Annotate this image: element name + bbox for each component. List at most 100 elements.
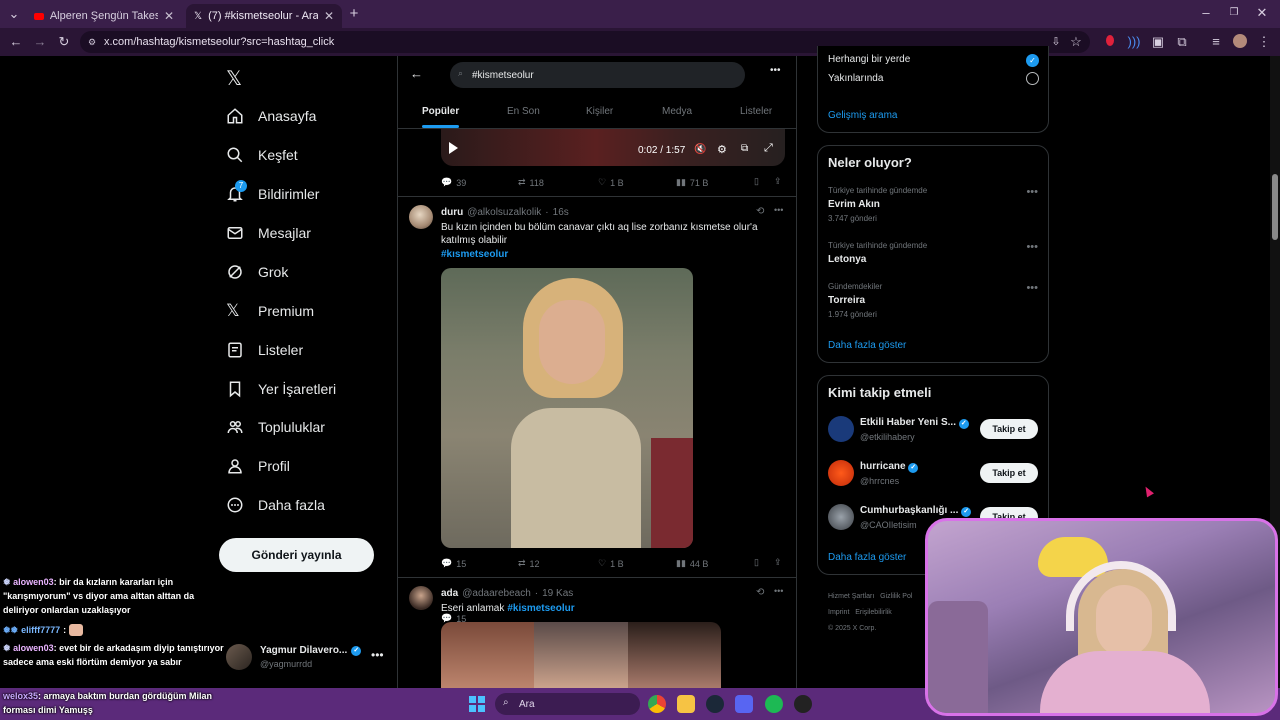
tweet-author-handle[interactable]: @adaarebeach [462,588,531,599]
video-player[interactable]: 0:02 / 1:57 🔇 ⚙ ⧉ ⤢ [441,129,785,166]
minimize-icon[interactable]: – [1198,5,1214,21]
reply-button[interactable]: 💬 15 [441,558,466,569]
location-radio-selected[interactable]: ✓ [1026,54,1039,67]
more-options-icon[interactable]: ••• [770,65,781,76]
trend-title[interactable]: Torreira [828,295,865,306]
nav-profile[interactable]: Profil [226,453,290,479]
footer-link[interactable]: Imprint [828,609,849,616]
trend-more-icon[interactable]: ••• [1026,186,1038,198]
trend-title[interactable]: Letonya [828,254,866,265]
suggested-account-name[interactable]: hurricane ✓ [860,461,919,473]
tab-latest[interactable]: En Son [507,106,540,117]
share-button[interactable]: ⇪ [774,557,782,568]
post-button[interactable]: Gönderi yayınla [219,538,374,572]
views-button[interactable]: ▮▮ 44 B [676,558,708,569]
tab-people[interactable]: Kişiler [586,106,613,117]
chrome-icon[interactable] [648,695,666,713]
follow-button[interactable]: Takip et [980,463,1038,483]
reply-button[interactable]: 💬 39 [441,177,466,188]
repost-button[interactable]: ⇄ 12 [518,558,540,569]
tweet-image[interactable] [441,268,693,548]
steam-icon[interactable] [706,695,724,713]
advanced-search-link[interactable]: Gelişmiş arama [828,110,897,121]
window-close-icon[interactable]: ✕ [1254,5,1270,21]
play-icon[interactable] [449,142,458,154]
trend-more-icon[interactable]: ••• [1026,282,1038,294]
tweet-hashtag[interactable]: #kismetseolur [507,602,574,615]
extensions-puzzle-icon[interactable]: ⧉ [1174,34,1190,50]
pip-icon[interactable]: ⧉ [741,143,748,154]
nav-communities[interactable]: Topluluklar [226,414,325,440]
suggested-account-name[interactable]: Etkili Haber Yeni S... ✓ [860,417,969,429]
fullscreen-icon[interactable]: ⤢ [764,142,773,155]
back-icon[interactable]: ← [8,34,24,50]
x-home-logo[interactable]: 𝕏 [226,66,242,91]
nav-explore[interactable]: Keşfet [226,142,298,168]
nav-grok[interactable]: Grok [226,259,288,285]
tweet[interactable]: ada @adaarebeach · 19 Kas ⟲ ••• Eseri an… [398,578,796,688]
discord-icon[interactable] [735,695,753,713]
chrome-menu-icon[interactable]: ⋮ [1256,34,1272,50]
tweet-time[interactable]: 16s [553,207,569,218]
taskbar-search-input[interactable]: ⌕ Ara [495,693,640,715]
share-button[interactable]: ⇪ [774,176,782,187]
show-more-follow-link[interactable]: Daha fazla göster [828,552,906,563]
tweet-image[interactable] [441,622,721,688]
like-button[interactable]: ♡ 1 B [598,558,624,569]
spotify-icon[interactable] [765,695,783,713]
trend-more-icon[interactable]: ••• [1026,241,1038,253]
like-button[interactable]: ♡ 1 B [598,177,624,188]
footer-link[interactable]: Gizlilik Pol [880,593,912,600]
tweet-author-name[interactable]: duru [441,207,463,218]
close-tab-icon[interactable]: ✕ [164,9,174,23]
trend-title[interactable]: Evrim Akın [828,199,880,210]
browser-tab-x[interactable]: 𝕏 (7) #kismetseolur - Arama / X ✕ [186,4,342,28]
nav-more[interactable]: Daha fazla [226,492,325,518]
nav-home[interactable]: Anasayfa [226,103,316,129]
tweet-time[interactable]: 19 Kas [542,588,573,599]
reload-icon[interactable]: ↻ [56,34,72,50]
repost-button[interactable]: ⇄ 118 [518,177,544,188]
tab-popular[interactable]: Popüler [422,106,459,117]
file-explorer-icon[interactable] [677,695,695,713]
back-arrow-icon[interactable]: ← [410,66,423,81]
extension-audio-icon[interactable]: ))) [1126,34,1142,50]
obs-icon[interactable] [794,695,812,713]
new-tab-icon[interactable]: + [346,6,362,22]
nav-lists[interactable]: Listeler [226,337,303,363]
bookmark-button[interactable]: ▯ [754,557,759,568]
more-options-icon[interactable]: ••• [774,205,783,215]
settings-icon[interactable]: ⚙ [717,143,727,156]
nav-bookmarks[interactable]: Yer İşaretleri [226,376,336,402]
media-queue-icon[interactable]: ≡ [1208,34,1224,50]
more-options-icon[interactable]: ••• [774,586,783,596]
tab-media[interactable]: Medya [662,106,692,117]
mute-icon[interactable]: 🔇 [694,144,706,155]
extension-red-icon[interactable] [1102,34,1118,50]
close-tab-icon[interactable]: ✕ [324,9,334,23]
forward-icon[interactable]: → [32,34,48,50]
follow-button[interactable]: Takip et [980,419,1038,439]
maximize-icon[interactable]: ❐ [1226,5,1242,21]
install-app-icon[interactable]: ⇩ [1048,34,1064,50]
footer-link[interactable]: Erişilebilirlik [855,609,892,616]
views-button[interactable]: ▮▮ 71 B [676,177,708,188]
tab-lists[interactable]: Listeler [740,106,772,117]
suggested-account-name[interactable]: Cumhurbaşkanlığı ... ✓ [860,505,972,517]
nav-premium[interactable]: 𝕏 Premium [226,298,314,324]
search-input[interactable]: ⌕ #kismetseolur [450,62,745,88]
nav-notifications[interactable]: 7 Bildirimler [226,180,319,207]
tweet-author-name[interactable]: ada [441,588,458,599]
bookmark-button[interactable]: ▯ [754,176,759,187]
show-more-trends-link[interactable]: Daha fazla göster [828,340,906,351]
more-dots-icon[interactable]: ••• [371,648,384,662]
windows-start-icon[interactable] [469,696,485,712]
grok-explain-icon[interactable]: ⟲ [756,206,764,217]
location-radio[interactable] [1026,72,1039,85]
extension-shield-icon[interactable]: ▣ [1150,34,1166,50]
nav-messages[interactable]: Mesajlar [226,220,311,246]
grok-explain-icon[interactable]: ⟲ [756,587,764,598]
tab-search-icon[interactable]: ⌄ [6,6,22,22]
account-switcher[interactable]: Yagmur Dilavero... ✓ @yagmurrdd ••• [226,638,396,678]
tweet-author-handle[interactable]: @alkolsuzalkolik [467,207,541,218]
